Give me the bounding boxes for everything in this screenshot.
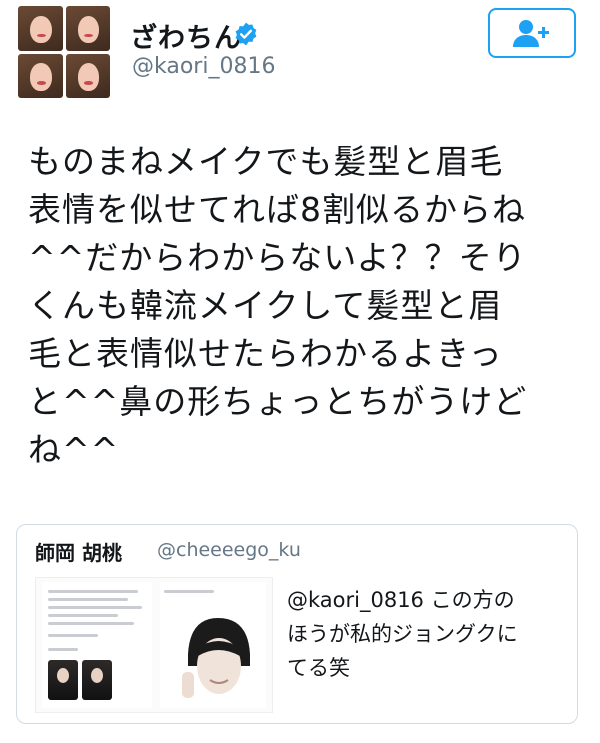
avatar-photo <box>18 6 63 51</box>
quoted-media-image[interactable] <box>35 577 273 713</box>
quoted-display-name: 師岡 胡桃 <box>35 541 122 565</box>
quoted-handle: @cheeeego_ku <box>157 539 301 561</box>
screenshot-thumbnail <box>160 582 266 708</box>
quoted-tweet-line: てる笑 <box>287 656 350 680</box>
avatar-photo <box>65 6 110 51</box>
tweet-line: 毛と表情似せたらわかるよきっ <box>28 334 503 373</box>
avatar-photo <box>18 53 63 98</box>
quoted-tweet-line: @kaori_0816 この方の <box>287 588 515 612</box>
follow-button[interactable] <box>488 8 576 58</box>
avatar-photo <box>65 53 110 98</box>
user-handle[interactable]: @kaori_0816 <box>132 54 275 79</box>
tweet-line: 表情を似せてれば8割似るからね <box>28 190 526 229</box>
tweet-line: くんも韓流メイクして髪型と眉 <box>28 286 503 325</box>
tweet-line: ものまねメイクでも髪型と眉毛 <box>28 142 504 181</box>
tweet-line: ね^^ <box>28 430 120 469</box>
quoted-tweet-card[interactable]: 師岡 胡桃 @cheeeego_ku @kaori_0816 この方の ほうが私… <box>16 524 578 724</box>
tweet-text: ものまねメイクでも髪型と眉毛 表情を似せてれば8割似るからね ^^だからわからな… <box>28 138 588 474</box>
selfie-photo <box>182 618 250 698</box>
screenshot-thumbnail <box>42 582 152 708</box>
tweet-line: と^^鼻の形ちょっとちがうけど <box>28 382 528 421</box>
display-name[interactable]: ざわちん <box>130 16 242 55</box>
tweet-line: ^^だからわからないよ？？そり <box>28 238 527 277</box>
follow-user-plus-icon <box>513 20 549 47</box>
profile-avatar[interactable] <box>18 6 110 98</box>
verified-badge-icon <box>235 22 257 46</box>
quoted-tweet-line: ほうが私的ジョングクに <box>287 622 518 646</box>
quoted-tweet-text: @kaori_0816 この方の ほうが私的ジョングクに てる笑 <box>287 583 567 685</box>
